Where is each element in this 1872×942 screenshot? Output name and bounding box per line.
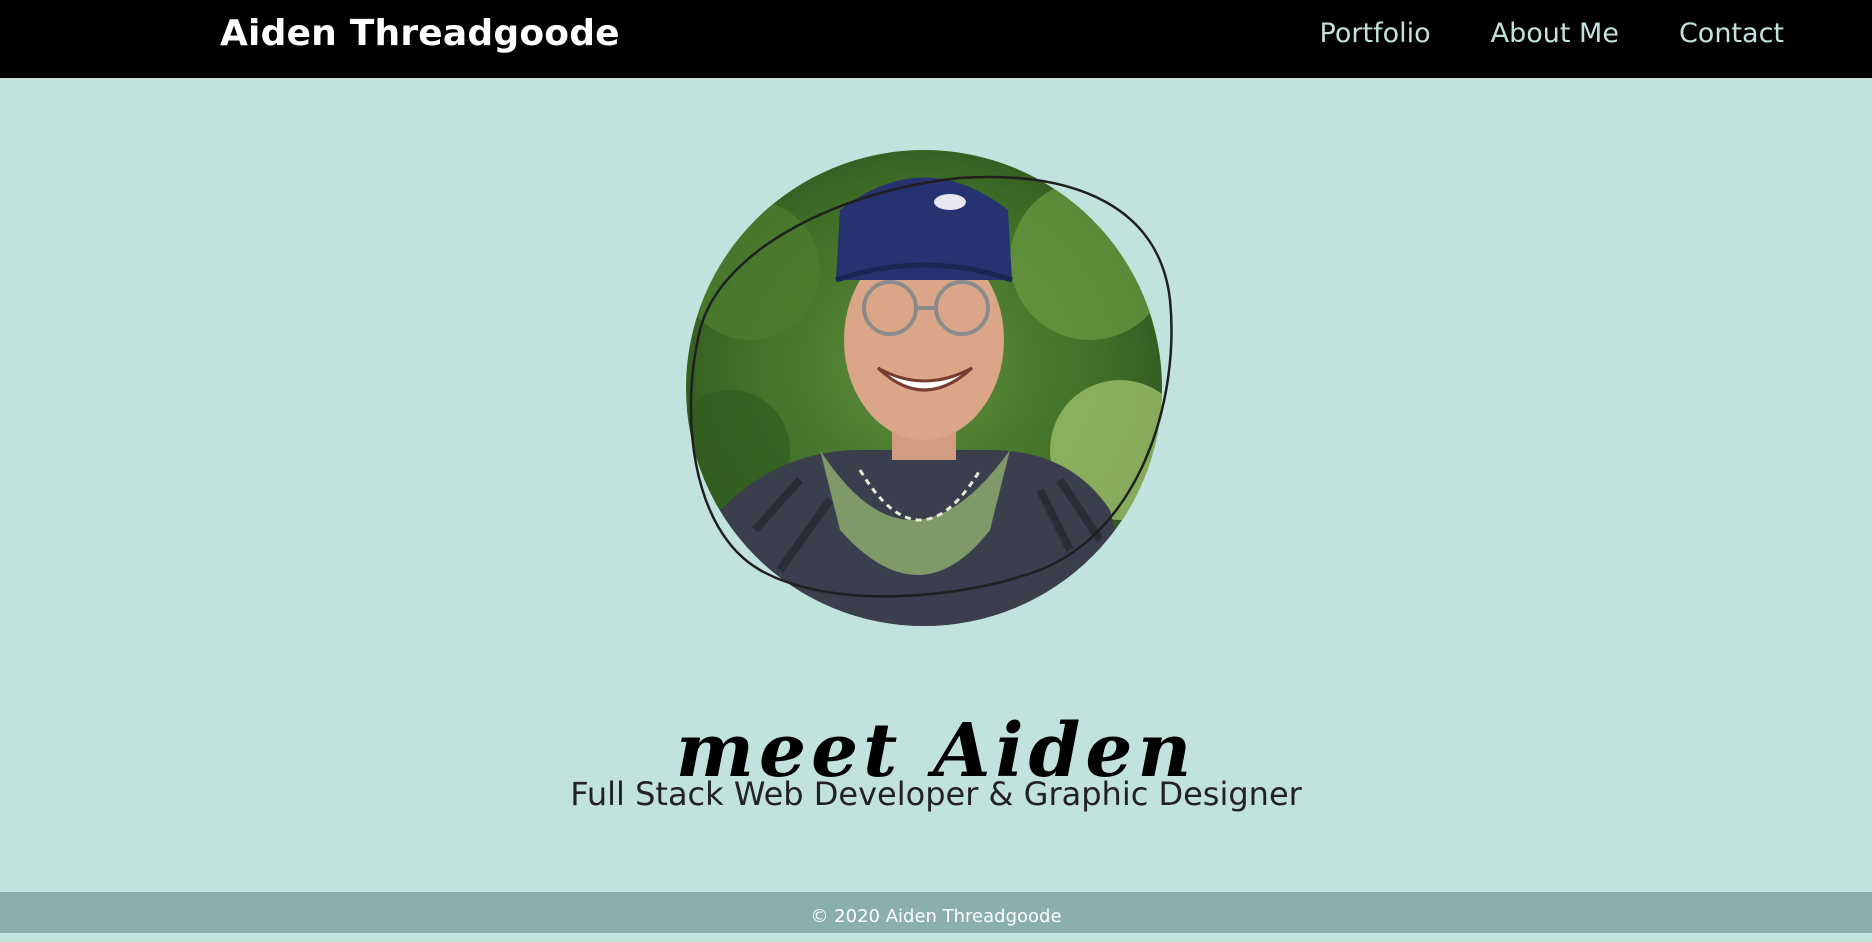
footer: © 2020 Aiden Threadgoode <box>0 892 1872 933</box>
copyright-text: © 2020 Aiden Threadgoode <box>810 906 1062 927</box>
profile-photo-illustration <box>686 150 1173 626</box>
nav-link-portfolio[interactable]: Portfolio <box>1320 14 1431 54</box>
navbar: Aiden Threadgoode Portfolio About Me Con… <box>0 0 1872 78</box>
profile-photo <box>660 150 1180 630</box>
tagline-text: Full Stack Web Developer & Graphic Desig… <box>570 775 1302 813</box>
nav-links: Portfolio About Me Contact <box>1320 14 1784 54</box>
nav-link-about-me[interactable]: About Me <box>1491 14 1619 54</box>
nav-link-contact[interactable]: Contact <box>1679 14 1784 54</box>
brand-link[interactable]: Aiden Threadgoode <box>220 10 620 58</box>
hero-section: meet Aiden Full Stack Web Developer & Gr… <box>0 78 1872 892</box>
